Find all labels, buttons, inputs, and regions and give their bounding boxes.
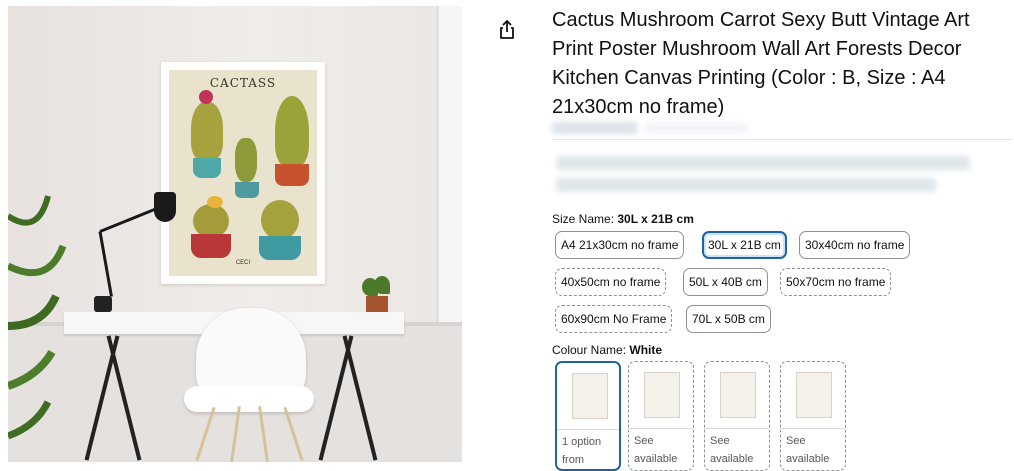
colour-label: Colour Name: White	[552, 343, 663, 357]
size-option-50l-x-40b-cm[interactable]: 50L x 40B cm	[683, 268, 768, 296]
swatch-image	[720, 372, 756, 418]
swatch-image	[644, 372, 680, 418]
window	[436, 6, 462, 324]
size-option-30x40cm-no-frame[interactable]: 30x40cm no frame	[799, 231, 911, 259]
size-option-30l-x-21b-cm[interactable]: 30L x 21B cm	[702, 231, 787, 259]
poster-title: CACTASS	[209, 76, 277, 90]
lamp-base	[94, 296, 112, 312]
share-icon	[500, 20, 514, 39]
colour-swatch-white[interactable]: 1 option from	[555, 361, 621, 471]
product-title: Cactus Mushroom Carrot Sexy Butt Vintage…	[552, 9, 970, 118]
selected-colour: White	[629, 343, 663, 357]
share-button[interactable]	[495, 18, 519, 42]
size-option-70l-x-50b-cm[interactable]: 70L x 50B cm	[686, 305, 771, 333]
size-option-40x50cm-no-frame[interactable]: 40x50cm no frame	[555, 268, 667, 296]
swatch-image	[796, 372, 832, 418]
brand-link-blurred[interactable]	[552, 122, 638, 134]
divider	[552, 139, 1012, 140]
poster-signature: CECI	[235, 260, 251, 266]
chair-seat	[184, 386, 314, 412]
colour-swatch-2[interactable]: See available	[628, 361, 694, 471]
poster-artwork: CACTASS CECI	[169, 70, 317, 276]
selected-size: 30L x 21B cm	[617, 212, 694, 226]
poster: CACTASS CECI	[161, 62, 325, 284]
colour-swatch-3[interactable]: See available	[704, 361, 770, 471]
blurred-text	[556, 156, 970, 170]
size-option-50x70cm-no-frame[interactable]: 50x70cm no frame	[780, 268, 892, 296]
size-option-a4-21x30cm-no-frame[interactable]: A4 21x30cm no frame	[555, 231, 685, 259]
product-image[interactable]: CACTASS CECI	[8, 6, 462, 462]
product-details: Cactus Mushroom Carrot Sexy Butt Vintage…	[552, 0, 1014, 471]
fern-plant	[8, 195, 67, 440]
size-option-60x90cm-no-frame[interactable]: 60x90cm No Frame	[555, 305, 673, 333]
size-label: Size Name: 30L x 21B cm	[552, 212, 694, 226]
swatch-image	[572, 373, 608, 419]
colour-swatch-4[interactable]: See available	[780, 361, 846, 471]
